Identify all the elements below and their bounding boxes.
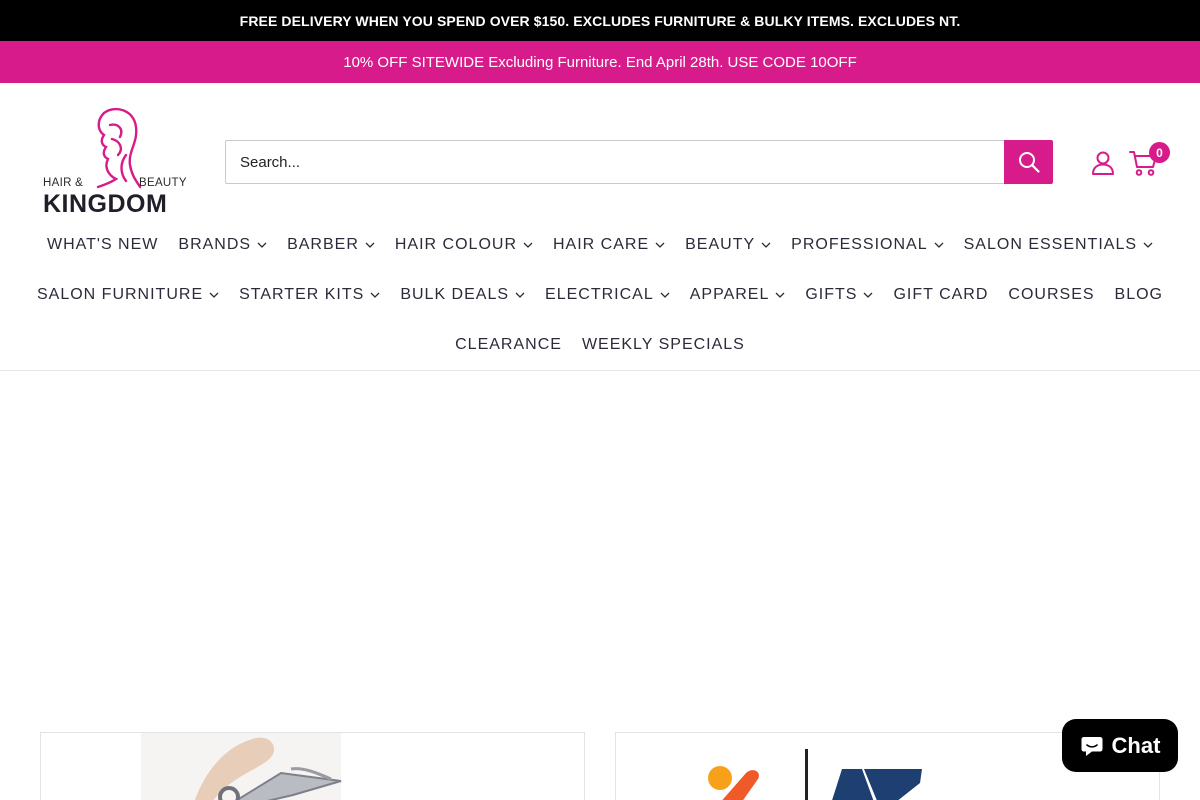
chevron-down-icon <box>863 292 873 298</box>
chat-bubble-icon <box>1081 736 1103 756</box>
nav-row-3: CLEARANCE WEEKLY SPECIALS <box>0 320 1200 370</box>
nav-item-clearance[interactable]: CLEARANCE <box>455 336 562 354</box>
announcement-text: FREE DELIVERY WHEN YOU SPEND OVER $150. … <box>239 12 961 29</box>
nav-item-label: PROFESSIONAL <box>791 236 928 253</box>
chevron-down-icon <box>655 242 665 248</box>
logo-face-icon <box>96 107 142 189</box>
nav-item-label: SALON ESSENTIALS <box>963 236 1138 253</box>
nav-item-courses[interactable]: COURSES <box>1008 286 1094 304</box>
nav-item-label: STARTER KITS <box>239 286 365 303</box>
nav-item-gift-card[interactable]: GIFT CARD <box>893 286 988 304</box>
site-logo[interactable]: HAIR & BEAUTY KINGDOM <box>42 107 190 219</box>
chevron-down-icon <box>761 242 771 248</box>
logo-kingdom-text: KINGDOM <box>43 190 168 218</box>
nav-item-beauty[interactable]: BEAUTY <box>685 236 771 254</box>
nav-item-label: BRANDS <box>178 236 252 253</box>
nav-row-2: SALON FURNITURE STARTER KITS BULK DEALS … <box>0 270 1200 320</box>
search-bar <box>225 140 1053 184</box>
chevron-down-icon <box>660 292 670 298</box>
nav-item-label: COURSES <box>1008 286 1095 303</box>
nav-row-1: WHAT'S NEW BRANDS BARBER HAIR COLOUR HAI… <box>0 220 1200 270</box>
nav-item-weekly-specials[interactable]: WEEKLY SPECIALS <box>582 336 745 354</box>
nav-item-label: HAIR CARE <box>553 236 650 253</box>
account-button[interactable] <box>1090 150 1116 176</box>
nav-item-label: SALON FURNITURE <box>36 286 204 303</box>
nav-item-label: HAIR COLOUR <box>394 236 517 253</box>
chevron-down-icon <box>370 292 380 298</box>
nav-item-professional[interactable]: PROFESSIONAL <box>791 236 944 254</box>
collection-card[interactable] <box>40 732 585 800</box>
user-icon <box>1092 151 1114 175</box>
nav-item-label: BEAUTY <box>685 236 756 253</box>
search-button[interactable] <box>1004 140 1053 184</box>
chevron-down-icon <box>515 292 525 298</box>
nav-item-label: CLEARANCE <box>455 336 562 353</box>
nav-item-salon-essentials[interactable]: SALON ESSENTIALS <box>964 236 1153 254</box>
promo-text[interactable]: 10% OFF SITEWIDE Excluding Furniture. En… <box>343 54 857 71</box>
site-header: HAIR & BEAUTY KINGDOM 0 WHAT'S NEW BRAND… <box>0 83 1200 371</box>
chevron-down-icon <box>775 292 785 298</box>
nav-item-label: BULK DEALS <box>400 286 510 303</box>
search-icon <box>1018 152 1040 173</box>
nav-item-label: BARBER <box>287 236 359 253</box>
nav-item-apparel[interactable]: APPAREL <box>690 286 786 304</box>
promo-bar[interactable]: 10% OFF SITEWIDE Excluding Furniture. En… <box>0 41 1200 83</box>
chevron-down-icon <box>257 242 267 248</box>
chat-button[interactable]: Chat <box>1062 719 1178 772</box>
nav-item-electrical[interactable]: ELECTRICAL <box>545 286 670 304</box>
nav-item-label: BLOG <box>1114 286 1163 303</box>
nav-item-label: GIFT CARD <box>893 286 989 303</box>
main-navigation: WHAT'S NEW BRANDS BARBER HAIR COLOUR HAI… <box>0 220 1200 370</box>
scissors-product-image <box>141 733 342 800</box>
nav-item-gifts[interactable]: GIFTS <box>805 286 873 304</box>
nav-item-hair-care[interactable]: HAIR CARE <box>553 236 665 254</box>
nav-item-whats-new[interactable]: WHAT'S NEW <box>47 236 158 254</box>
chevron-down-icon <box>523 242 533 248</box>
nav-item-starter-kits[interactable]: STARTER KITS <box>239 286 380 304</box>
nav-item-label: GIFTS <box>805 286 858 303</box>
chevron-down-icon <box>209 292 219 298</box>
nav-item-hair-colour[interactable]: HAIR COLOUR <box>395 236 533 254</box>
nav-item-salon-furniture[interactable]: SALON FURNITURE <box>37 286 219 304</box>
announcement-bar: FREE DELIVERY WHEN YOU SPEND OVER $150. … <box>0 0 1200 41</box>
chevron-down-icon <box>934 242 944 248</box>
nav-item-label: APPAREL <box>689 286 770 303</box>
nav-item-barber[interactable]: BARBER <box>287 236 375 254</box>
chat-label: Chat <box>1111 732 1161 758</box>
main-content <box>0 372 1200 800</box>
logo-beauty-text: BEAUTY <box>139 177 187 189</box>
cart-count-badge: 0 <box>1149 142 1170 163</box>
nav-item-brands[interactable]: BRANDS <box>178 236 267 254</box>
nav-item-label: ELECTRICAL <box>545 286 654 303</box>
logo-hair-text: HAIR & <box>43 177 84 189</box>
chevron-down-icon <box>1143 242 1153 248</box>
nav-item-blog[interactable]: BLOG <box>1115 286 1163 304</box>
chevron-down-icon <box>365 242 375 248</box>
search-input[interactable] <box>225 140 1004 184</box>
nav-item-bulk-deals[interactable]: BULK DEALS <box>400 286 525 304</box>
nav-item-label: WEEKLY SPECIALS <box>581 336 745 353</box>
nav-item-label: WHAT'S NEW <box>46 236 159 253</box>
